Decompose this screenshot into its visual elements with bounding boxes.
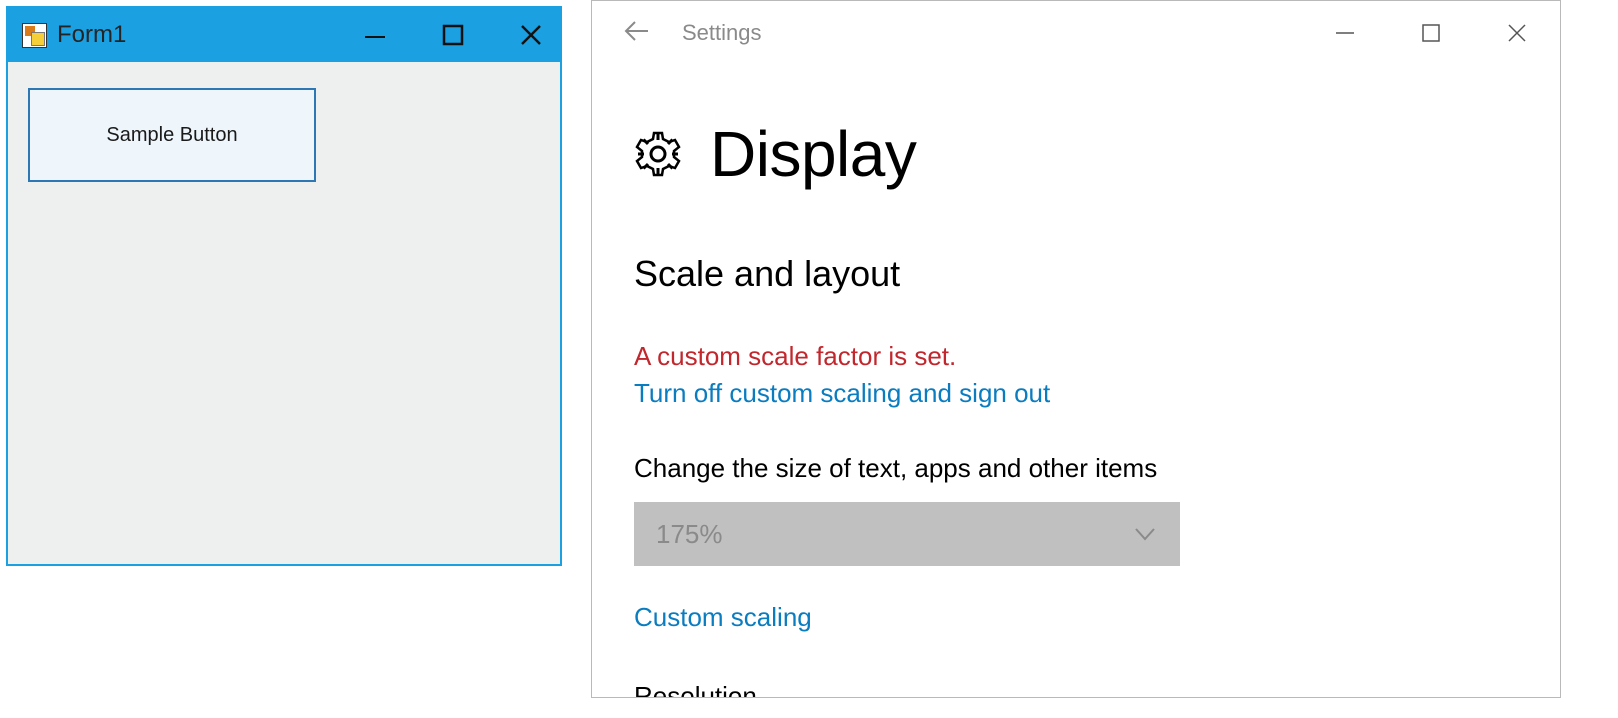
- settings-minimize-button[interactable]: [1302, 1, 1388, 65]
- form1-titlebar[interactable]: Form1: [8, 8, 560, 62]
- scale-and-layout-heading: Scale and layout: [634, 253, 1530, 295]
- change-size-label: Change the size of text, apps and other …: [634, 453, 1530, 484]
- minimize-icon: [1335, 23, 1355, 43]
- settings-window: Settings Display Scale and l: [591, 0, 1561, 698]
- form1-window: Form1 Sample Button: [6, 6, 562, 566]
- settings-close-button[interactable]: [1474, 1, 1560, 65]
- display-page-header: Display: [634, 117, 1530, 191]
- maximize-button[interactable]: [438, 20, 468, 50]
- settings-window-controls: [1302, 1, 1560, 65]
- close-icon: [1507, 23, 1527, 43]
- form1-window-controls: [360, 20, 546, 50]
- display-page-title: Display: [710, 117, 916, 191]
- scale-dropdown[interactable]: 175%: [634, 502, 1180, 566]
- back-button[interactable]: [622, 16, 652, 51]
- app-icon: [22, 23, 47, 48]
- minimize-icon: [363, 23, 387, 47]
- resolution-heading: Resolution: [634, 681, 1530, 698]
- close-icon: [519, 23, 543, 47]
- form1-title: Form1: [57, 21, 360, 49]
- settings-window-title: Settings: [682, 20, 762, 46]
- sample-button-label: Sample Button: [106, 124, 237, 147]
- chevron-down-icon: [1132, 521, 1158, 547]
- settings-titlebar[interactable]: Settings: [592, 1, 1560, 65]
- maximize-icon: [1421, 23, 1441, 43]
- settings-maximize-button[interactable]: [1388, 1, 1474, 65]
- minimize-button[interactable]: [360, 20, 390, 50]
- form1-client-area: Sample Button: [8, 62, 560, 202]
- arrow-left-icon: [622, 16, 652, 46]
- sample-button[interactable]: Sample Button: [28, 88, 316, 182]
- custom-scale-warning: A custom scale factor is set.: [634, 341, 1530, 372]
- close-button[interactable]: [516, 20, 546, 50]
- gear-icon: [634, 130, 682, 178]
- turn-off-custom-scaling-link[interactable]: Turn off custom scaling and sign out: [634, 378, 1530, 409]
- maximize-icon: [441, 23, 465, 47]
- scale-dropdown-value: 175%: [656, 519, 723, 550]
- custom-scaling-link[interactable]: Custom scaling: [634, 602, 1530, 633]
- settings-body: Display Scale and layout A custom scale …: [592, 65, 1560, 698]
